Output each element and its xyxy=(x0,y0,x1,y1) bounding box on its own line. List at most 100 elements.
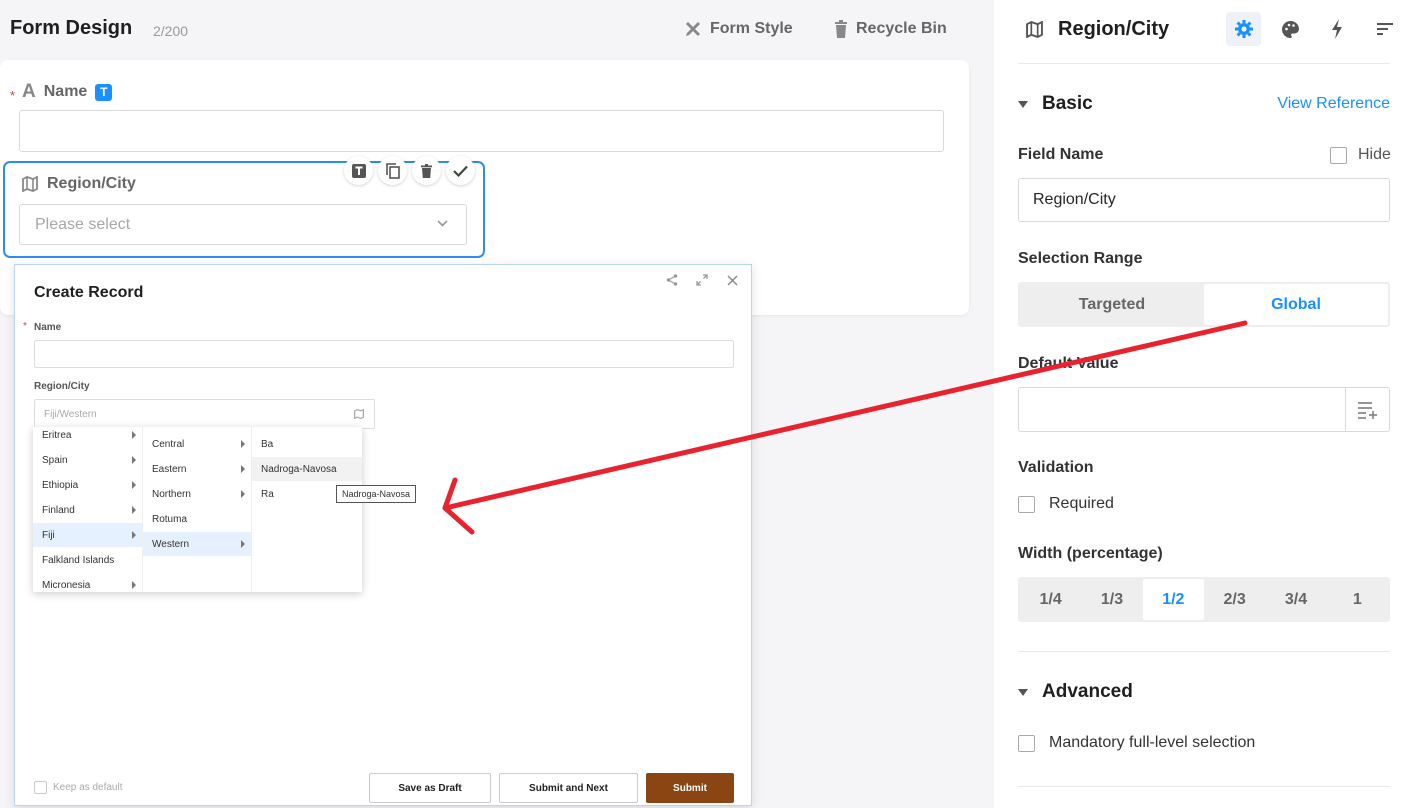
field-toolbar xyxy=(344,156,480,186)
copy-icon xyxy=(385,162,400,179)
hide-checkbox[interactable]: Hide xyxy=(1330,146,1391,164)
region-field-label: Region/City xyxy=(22,175,136,193)
checkbox-box[interactable] xyxy=(1018,495,1035,513)
range-targeted-option[interactable]: Targeted xyxy=(1020,284,1204,325)
cascader-district-column: Ba Nadroga-Navosa Ra xyxy=(252,427,362,592)
tab-settings[interactable] xyxy=(1226,12,1261,46)
cascader-country-column: Eritrea Spain Ethiopia Finland Fiji Falkland … xyxy=(33,427,143,592)
region-option-label: Central xyxy=(152,438,185,450)
country-option-label: Spain xyxy=(42,454,68,466)
dialog-title: Create Record xyxy=(34,284,144,301)
width-option[interactable]: 1/3 xyxy=(1081,579,1142,620)
width-option[interactable]: 3/4 xyxy=(1265,579,1326,620)
validation-label: Validation xyxy=(1018,459,1094,476)
country-option[interactable]: Micronesia xyxy=(33,573,142,592)
divider xyxy=(1018,786,1390,787)
view-reference-link[interactable]: View Reference xyxy=(1277,95,1390,113)
share-icon xyxy=(666,274,678,286)
record-region-input[interactable]: Fiji/Western xyxy=(34,399,375,429)
width-option[interactable]: 2/3 xyxy=(1204,579,1265,620)
selection-range-toggle: Targeted Global xyxy=(1018,282,1390,327)
checkbox-box[interactable] xyxy=(1018,734,1035,752)
gear-icon xyxy=(1234,20,1253,38)
region-option[interactable]: Rotuma xyxy=(143,507,251,531)
text-type-badge: T xyxy=(95,83,113,101)
country-option[interactable]: Falkland Islands xyxy=(33,548,142,572)
text-type-button[interactable] xyxy=(344,156,373,185)
form-style-button[interactable]: Form Style xyxy=(684,18,793,40)
region-placeholder: Please select xyxy=(35,215,131,233)
name-field-label[interactable]: A Name T xyxy=(22,81,113,103)
tab-style[interactable] xyxy=(1273,12,1308,46)
submit-and-next-button[interactable]: Submit and Next xyxy=(499,773,638,803)
region-select[interactable]: Please select xyxy=(19,204,467,245)
district-option-label: Ba xyxy=(261,438,274,450)
field-name-label: Field Name xyxy=(1018,146,1104,163)
tab-actions[interactable] xyxy=(1319,12,1354,46)
caret-right-icon xyxy=(241,540,245,548)
form-design-area: Form Design 2/200 Form Style Recycle Bin… xyxy=(0,0,994,808)
width-label: Width (percentage) xyxy=(1018,545,1163,562)
expand-icon xyxy=(696,274,708,286)
country-option[interactable]: Ethiopia xyxy=(33,473,142,497)
tab-outline[interactable] xyxy=(1367,12,1402,46)
checkbox-box[interactable] xyxy=(1330,146,1347,164)
default-value-formula-button[interactable] xyxy=(1345,388,1389,431)
region-option[interactable]: Northern xyxy=(143,482,251,506)
record-name-input[interactable] xyxy=(34,340,734,368)
required-star: * xyxy=(23,321,27,332)
property-panel: Region/City Basic View Reference Field N… xyxy=(994,0,1412,808)
basic-section-toggle[interactable]: Basic xyxy=(1018,93,1093,115)
region-option[interactable]: Eastern xyxy=(143,457,251,481)
country-option[interactable]: Eritrea xyxy=(33,427,142,447)
country-option[interactable]: Finland xyxy=(33,498,142,522)
district-option[interactable]: Nadroga-Navosa xyxy=(252,457,362,481)
caret-down-icon xyxy=(1018,100,1028,108)
country-option-label: Micronesia xyxy=(42,579,91,591)
width-option[interactable]: 1/4 xyxy=(1020,579,1081,620)
required-checkbox[interactable]: Required xyxy=(1018,495,1114,513)
trash-icon xyxy=(421,163,432,178)
divider xyxy=(1018,63,1390,64)
share-button[interactable] xyxy=(657,269,687,291)
confirm-button[interactable] xyxy=(446,156,475,185)
dialog-actions xyxy=(657,269,747,291)
country-option-label: Fiji xyxy=(42,529,55,541)
caret-right-icon xyxy=(241,465,245,473)
caret-right-icon xyxy=(241,490,245,498)
expand-button[interactable] xyxy=(687,269,717,291)
recycle-bin-button[interactable]: Recycle Bin xyxy=(834,18,947,40)
copy-button[interactable] xyxy=(378,156,407,185)
map-icon xyxy=(22,176,38,192)
submit-button[interactable]: Submit xyxy=(646,773,734,803)
close-button[interactable] xyxy=(717,269,747,291)
region-option[interactable]: Central xyxy=(143,432,251,456)
region-cascader: Eritrea Spain Ethiopia Finland Fiji Falkland … xyxy=(33,427,362,592)
field-name-input[interactable]: Region/City xyxy=(1018,178,1390,222)
mandatory-full-level-checkbox[interactable]: Mandatory full-level selection xyxy=(1018,734,1255,752)
checkbox-box[interactable] xyxy=(34,781,47,794)
delete-button[interactable] xyxy=(412,156,441,185)
advanced-section-title: Advanced xyxy=(1042,681,1133,702)
keep-default-checkbox[interactable]: Keep as default xyxy=(34,781,123,794)
cascader-region-column: Central Eastern Northern Rotuma Western xyxy=(143,427,252,592)
record-region-label: Region/City xyxy=(34,381,90,392)
panel-title: Region/City xyxy=(1058,18,1170,40)
width-option[interactable]: 1/2 xyxy=(1142,579,1204,620)
map-icon xyxy=(1026,21,1043,38)
country-option-label: Finland xyxy=(42,504,75,516)
caret-right-icon xyxy=(132,456,136,464)
caret-right-icon xyxy=(132,531,136,539)
advanced-section-toggle[interactable]: Advanced xyxy=(1018,681,1133,703)
list-icon xyxy=(1376,23,1393,35)
district-option[interactable]: Ba xyxy=(252,432,362,456)
default-value-input[interactable] xyxy=(1018,387,1390,432)
range-global-option[interactable]: Global xyxy=(1204,284,1388,325)
save-draft-button[interactable]: Save as Draft xyxy=(369,773,491,803)
name-input[interactable] xyxy=(19,110,944,152)
country-option[interactable]: Spain xyxy=(33,448,142,472)
country-option[interactable]: Fiji xyxy=(33,523,142,547)
width-option[interactable]: 1 xyxy=(1327,579,1388,620)
region-option[interactable]: Western xyxy=(143,532,251,556)
lightning-icon xyxy=(1331,19,1342,39)
